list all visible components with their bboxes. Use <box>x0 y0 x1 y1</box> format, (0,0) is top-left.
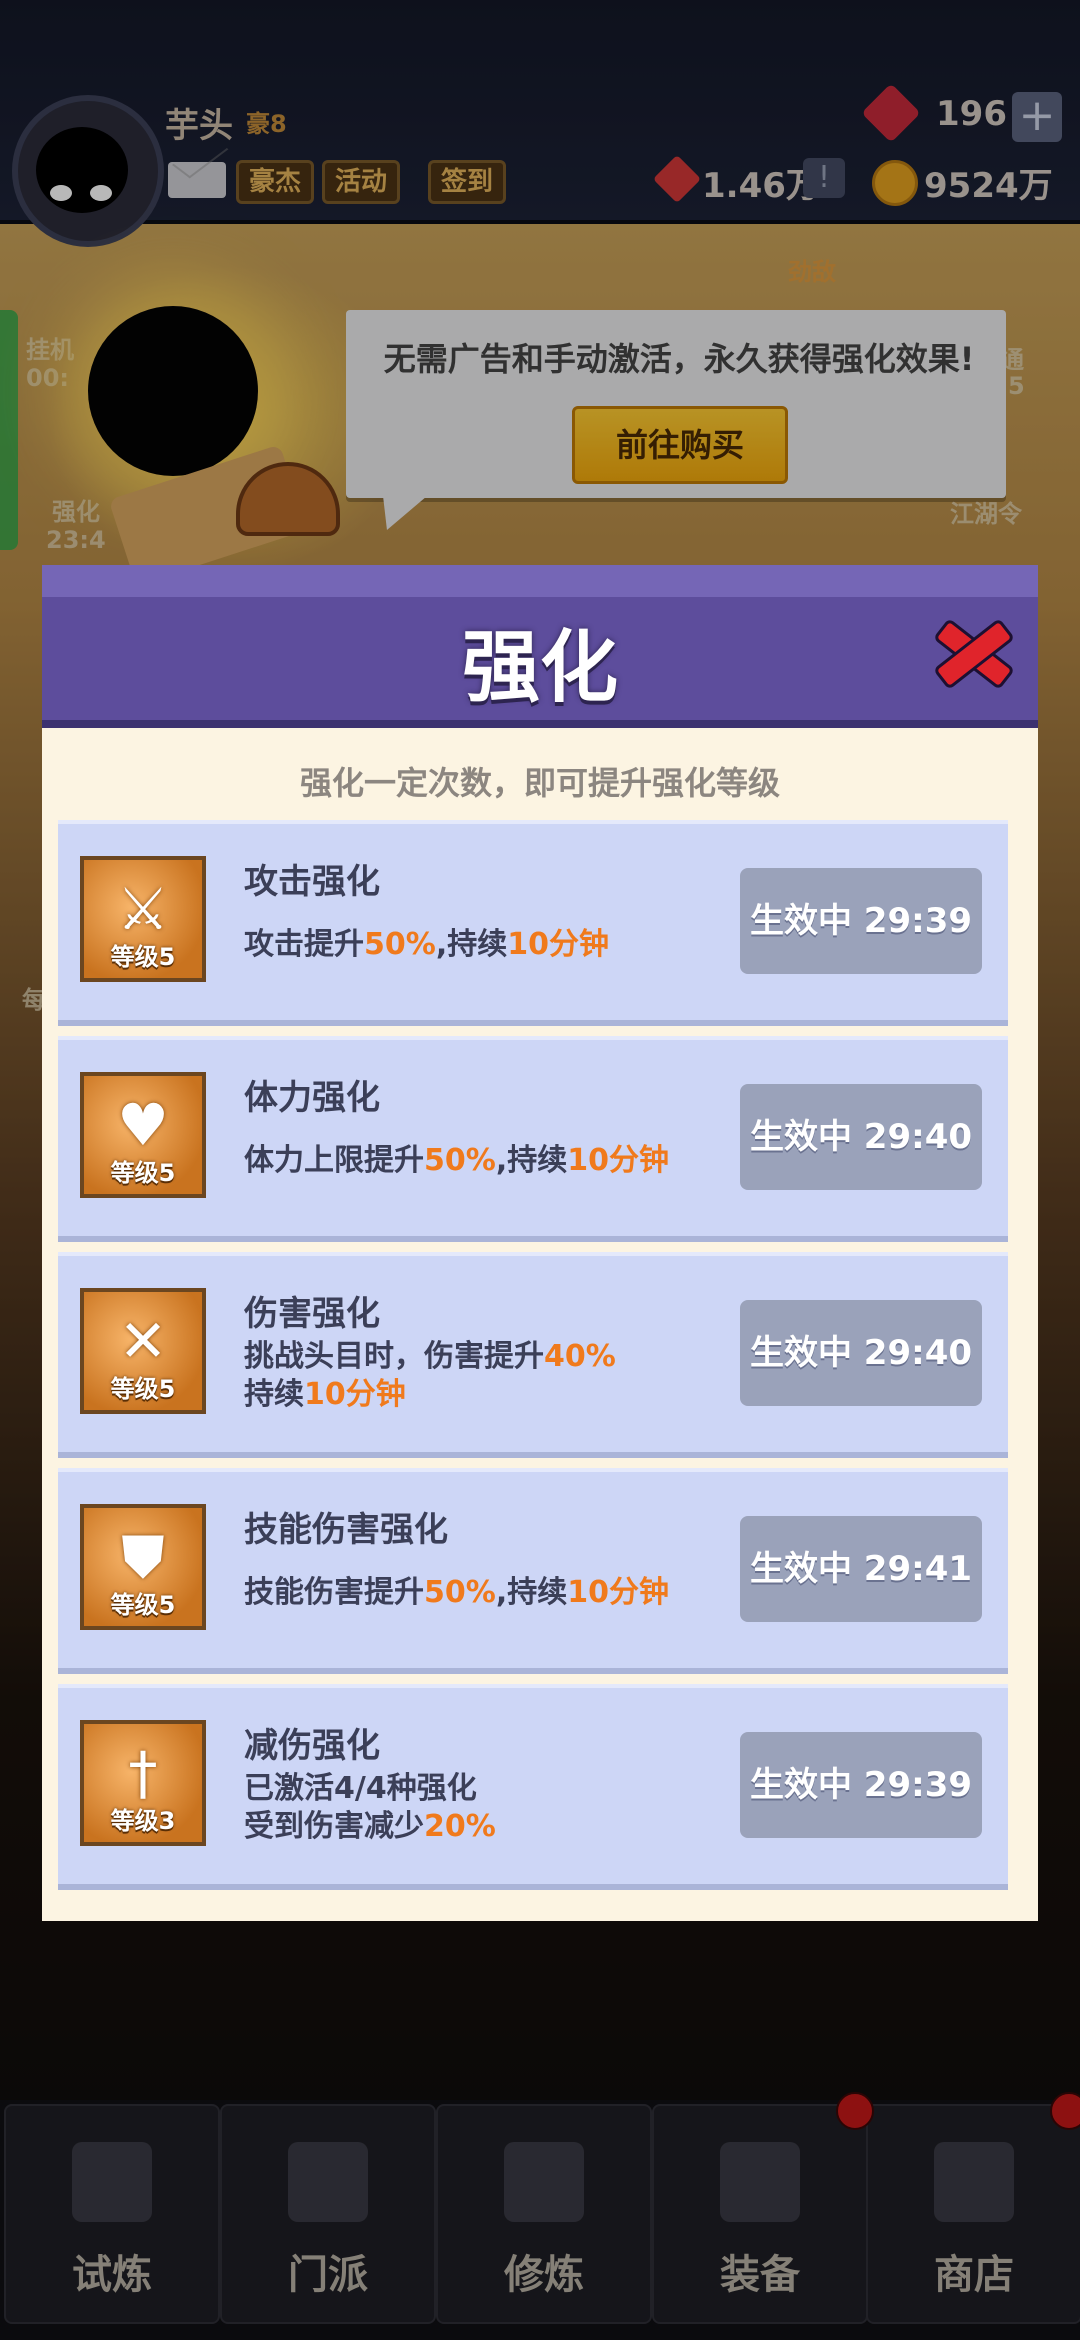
buff-level: 等级3 <box>110 1807 176 1835</box>
strengthen-label[interactable]: 强化 <box>52 492 100 527</box>
buff-card-attack: ⚔ 等级5 攻击强化 攻击提升50%,持续10分钟 生效中 29:39 <box>58 820 1008 1026</box>
buff-active-status[interactable]: 生效中 29:39 <box>740 1732 982 1838</box>
avatar-eye <box>50 185 72 201</box>
checkin-button[interactable]: 签到 <box>428 160 507 204</box>
buff-level: 等级5 <box>110 1591 176 1619</box>
buff-level: 等级5 <box>110 1159 176 1187</box>
avatar[interactable] <box>12 95 164 247</box>
gem-count: 196 <box>936 94 1007 134</box>
close-icon[interactable] <box>930 609 1010 689</box>
modal-subtitle: 强化一定次数，即可提升强化等级 <box>299 764 780 802</box>
buff-description: 技能伤害提升50%,持续10分钟 <box>244 1575 669 1610</box>
promo-tooltip: 无需广告和手动激活，永久获得强化效果! 前往购买 <box>346 310 1006 498</box>
idle-label[interactable]: 挂机 <box>26 330 74 365</box>
buff-description: 挑战头目时，伤害提升40% 持续10分钟 <box>244 1339 616 1412</box>
add-gems-button[interactable]: + <box>1012 92 1062 142</box>
shield-icon: ⛊ 等级5 <box>80 1504 206 1630</box>
avatar-face <box>36 127 128 213</box>
buff-card-damage-reduction: † 等级3 减伤强化 已激活4/4种强化 受到伤害减少20% 生效中 29:39 <box>58 1684 1008 1890</box>
heart-glyph: ♥ <box>117 1091 169 1159</box>
nav-label: 修炼 <box>504 2252 584 2298</box>
sword-glyph: ⚔ <box>117 875 169 943</box>
buff-description: 攻击提升50%,持续10分钟 <box>244 927 609 962</box>
temple-icon <box>288 2142 368 2222</box>
buff-card-damage: ✕ 等级5 伤害强化 挑战头目时，伤害提升40% 持续10分钟 生效中 29:40 <box>58 1252 1008 1458</box>
buff-level: 等级5 <box>110 1375 176 1403</box>
buff-card-skill-damage: ⛊ 等级5 技能伤害强化 技能伤害提升50%,持续10分钟 生效中 29:41 <box>58 1468 1008 1674</box>
buff-level: 等级5 <box>110 943 176 971</box>
buff-name: 体力强化 <box>244 1078 380 1118</box>
promo-text: 无需广告和手动激活，永久获得强化效果! <box>383 340 975 378</box>
ninja-icon <box>72 2142 152 2222</box>
modal-title: 强化 <box>461 623 618 713</box>
wanted-sub-label: 5 <box>1008 372 1025 400</box>
coin-count: 9524万 <box>924 166 1053 206</box>
vip-label: 豪8 <box>246 110 287 138</box>
buff-active-status[interactable]: 生效中 29:39 <box>740 868 982 974</box>
gem-icon <box>861 83 921 143</box>
avatar-eye <box>90 185 112 201</box>
buff-description: 体力上限提升50%,持续10分钟 <box>244 1143 669 1178</box>
sword-icon <box>720 2142 800 2222</box>
buff-name: 攻击强化 <box>244 862 380 902</box>
side-panel-tab[interactable] <box>0 310 18 550</box>
buff-description: 已激活4/4种强化 受到伤害减少20% <box>244 1771 496 1844</box>
buff-active-status[interactable]: 生效中 29:40 <box>740 1300 982 1406</box>
modal-header: 强化 <box>42 565 1038 728</box>
nav-sect[interactable]: 门派 <box>220 2104 436 2324</box>
buff-name: 技能伤害强化 <box>244 1510 448 1550</box>
nav-label: 装备 <box>720 2252 800 2298</box>
crossed-swords-glyph: ✕ <box>118 1307 168 1375</box>
buff-active-status[interactable]: 生效中 29:40 <box>740 1084 982 1190</box>
coin-icon <box>872 160 918 206</box>
strengthen-timer: 23:4 <box>46 526 106 554</box>
shop-icon <box>934 2142 1014 2222</box>
shield-glyph: ⛊ <box>121 1523 165 1591</box>
heart-icon: ♥ 等级5 <box>80 1072 206 1198</box>
hero-character <box>88 306 258 476</box>
alert-icon[interactable]: ! <box>803 158 845 198</box>
top-status-bar: 芋头 豪8 豪杰 活动 签到 196 + 1.46万 ! 9524万 <box>0 0 1080 247</box>
player-name: 芋头 <box>165 106 233 146</box>
notification-dot <box>836 2092 874 2130</box>
buff-name: 减伤强化 <box>244 1726 380 1766</box>
jianghu-label[interactable]: 江湖令 <box>950 494 1022 529</box>
strengthen-modal: 强化 强化一定次数，即可提升强化等级 ⚔ 等级5 攻击强化 攻击提升50%,持续… <box>42 565 1038 1921</box>
dagger-icon: † 等级3 <box>80 1720 206 1846</box>
red-diamond-icon <box>652 154 702 204</box>
buff-card-stamina: ♥ 等级5 体力强化 体力上限提升50%,持续10分钟 生效中 29:40 <box>58 1036 1008 1242</box>
dagger-glyph: † <box>128 1739 158 1807</box>
events-button[interactable]: 活动 <box>322 160 401 204</box>
nav-label: 试炼 <box>72 2252 152 2298</box>
go-buy-button[interactable]: 前往购买 <box>572 406 788 484</box>
mail-icon[interactable] <box>168 162 226 198</box>
nav-label: 商店 <box>934 2252 1014 2298</box>
crossed-swords-icon: ✕ 等级5 <box>80 1288 206 1414</box>
buff-name: 伤害强化 <box>244 1294 380 1334</box>
nav-label: 门派 <box>288 2252 368 2298</box>
notification-dot <box>1050 2092 1080 2130</box>
book-icon <box>504 2142 584 2222</box>
heroes-button[interactable]: 豪杰 <box>236 160 315 204</box>
sword-icon: ⚔ 等级5 <box>80 856 206 982</box>
nav-shop[interactable]: 商店 <box>866 2104 1080 2324</box>
nav-cultivate[interactable]: 修炼 <box>436 2104 652 2324</box>
enemy-label[interactable]: 劲敌 <box>788 252 836 287</box>
buff-active-status[interactable]: 生效中 29:41 <box>740 1516 982 1622</box>
nav-trial[interactable]: 试炼 <box>4 2104 220 2324</box>
idle-timer: 00: <box>26 364 69 392</box>
nav-equipment[interactable]: 装备 <box>652 2104 868 2324</box>
